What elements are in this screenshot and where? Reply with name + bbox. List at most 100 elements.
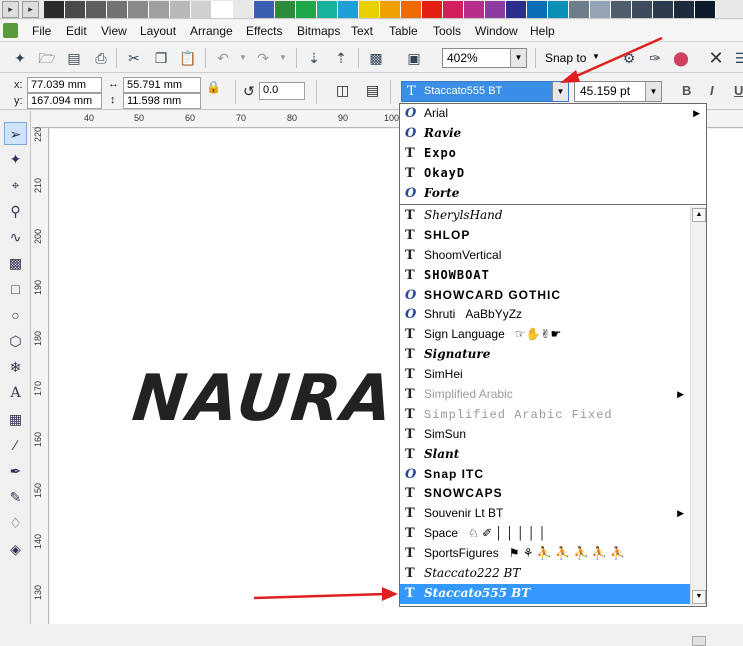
color-swatch[interactable] (317, 1, 338, 18)
ellipse-tool-icon[interactable]: ○ (4, 304, 27, 327)
font-list-item[interactable]: T SherylsHand (400, 206, 690, 226)
menu-effects[interactable]: Effects (246, 24, 282, 38)
scrollbar-thumb[interactable] (692, 636, 706, 646)
menu-file[interactable]: File (32, 24, 51, 38)
font-list-item[interactable]: T Simplified Arabic ▶ (400, 385, 690, 405)
color-swatch[interactable] (86, 1, 107, 18)
font-list-item[interactable]: T SHLOP (400, 226, 690, 246)
snap-to-dropdown-icon[interactable]: ▼ (592, 52, 600, 61)
crop-tool-icon[interactable]: ⌖ (4, 174, 27, 197)
text-tool-icon[interactable]: A (4, 382, 27, 405)
font-list-item[interactable]: T Expo (400, 144, 706, 164)
color-swatch[interactable] (506, 1, 527, 18)
color-swatch[interactable] (338, 1, 359, 18)
y-position-field[interactable]: 167.094 mm (27, 93, 102, 109)
shape-tool-icon[interactable]: ✦ (4, 148, 27, 171)
cut-icon[interactable]: ✂ (124, 48, 144, 68)
color-swatch[interactable] (170, 1, 191, 18)
font-list-scrollbar[interactable]: ▲ ▼ (690, 206, 706, 646)
print-icon[interactable]: ⎙ (91, 48, 111, 68)
menu-arrange[interactable]: Arrange (190, 24, 233, 38)
undo-icon[interactable]: ↶ (213, 48, 233, 68)
copy-icon[interactable]: ❐ (151, 48, 171, 68)
font-list-item[interactable]: O Ravie (400, 124, 706, 144)
application-launcher-icon[interactable]: ▩ (366, 48, 386, 68)
scroll-down-icon[interactable]: ▼ (692, 590, 706, 604)
redo-dropdown-icon[interactable]: ▼ (273, 48, 293, 68)
color-swatch[interactable] (611, 1, 632, 18)
color-swatch[interactable] (191, 1, 212, 18)
fill-tool-icon[interactable]: ♢ (4, 512, 27, 535)
rectangle-tool-icon[interactable]: □ (4, 278, 27, 301)
font-list-item[interactable]: T Souvenir Lt BT ▶ (400, 504, 690, 524)
x-position-field[interactable]: 77.039 mm (27, 77, 102, 93)
font-list-item[interactable]: O Forte (400, 184, 706, 204)
font-list-item[interactable]: T Simplified Arabic Fixed (400, 405, 690, 425)
smart-fill-tool-icon[interactable]: ▩ (4, 252, 27, 275)
color-swatch[interactable] (128, 1, 149, 18)
color-swatch[interactable] (443, 1, 464, 18)
redo-icon[interactable]: ↷ (253, 48, 273, 68)
color-swatch[interactable] (464, 1, 485, 18)
height-field[interactable]: 11.598 mm (123, 93, 201, 109)
color-swatch[interactable] (590, 1, 611, 18)
font-list-item[interactable]: O Snap ITC (400, 465, 690, 485)
font-list-item[interactable]: T OkayD (400, 164, 706, 184)
rotation-angle-field[interactable]: 0.0 (259, 82, 305, 100)
color-swatch[interactable] (695, 1, 716, 18)
color-swatch[interactable] (296, 1, 317, 18)
object-manager-icon[interactable]: ☰ (731, 48, 743, 68)
font-list-item[interactable]: T Staccato555 BT (400, 583, 690, 604)
color-swatch[interactable] (149, 1, 170, 18)
import-icon[interactable]: ⇣ (304, 48, 324, 68)
pick-tool-icon[interactable]: ➢ (4, 122, 27, 145)
menu-text[interactable]: Text (351, 24, 373, 38)
paste-icon[interactable]: 📋 (178, 48, 198, 68)
font-list-item[interactable]: T Signature (400, 345, 690, 365)
font-list-item[interactable]: T SNOWCAPS (400, 484, 690, 504)
interactive-fill-tool-icon[interactable]: ◈ (4, 538, 27, 561)
scroll-up-icon[interactable]: ▲ (692, 208, 706, 222)
font-list-item[interactable]: T SimHei (400, 365, 690, 385)
lock-ratio-icon[interactable]: 🔒 (206, 80, 221, 94)
snap-to-label[interactable]: Snap to (545, 51, 586, 65)
color-swatch[interactable] (212, 1, 233, 18)
width-field[interactable]: 55.791 mm (123, 77, 201, 93)
zoom-level-combo[interactable]: 402% ▼ (442, 48, 527, 68)
table-tool-icon[interactable]: ▦ (4, 408, 27, 431)
color-swatch[interactable] (254, 1, 275, 18)
pen-nib-icon[interactable]: ✑ (645, 48, 665, 68)
italic-button[interactable]: I (710, 83, 714, 98)
font-list-item[interactable]: T SHOWBOAT (400, 266, 690, 286)
menu-tools[interactable]: Tools (433, 24, 461, 38)
font-list-item[interactable]: T Slant (400, 445, 690, 465)
font-list-item[interactable]: O Arial ▶ (400, 104, 706, 124)
export-icon[interactable]: ⇡ (331, 48, 351, 68)
underline-button[interactable]: U (734, 83, 743, 98)
color-swatch[interactable] (674, 1, 695, 18)
chevron-down-icon[interactable]: ▼ (510, 49, 526, 67)
undo-dropdown-icon[interactable]: ▼ (233, 48, 253, 68)
menu-bitmaps[interactable]: Bitmaps (297, 24, 340, 38)
basic-shapes-tool-icon[interactable]: ❄ (4, 356, 27, 379)
polygon-tool-icon[interactable]: ⬡ (4, 330, 27, 353)
close-icon[interactable]: ✕ (706, 48, 726, 68)
bold-button[interactable]: B (682, 83, 691, 98)
chevron-down-icon[interactable]: ▼ (645, 82, 661, 101)
menu-table[interactable]: Table (389, 24, 418, 38)
font-list-item[interactable]: T Space ♘ ✐ │ │ │ │ │ (400, 524, 690, 544)
dimension-tool-icon[interactable]: ∕ (4, 434, 27, 457)
color-swatch[interactable] (401, 1, 422, 18)
welcome-screen-icon[interactable]: ▣ (404, 48, 424, 68)
submenu-arrow-icon[interactable]: ▶ (693, 104, 700, 124)
font-list-combo[interactable]: T Staccato555 BT ▼ (401, 81, 569, 102)
font-list-item[interactable]: T SportsFigures ⚑ ⚘ ⛹ ⛹ ⛹ ⛹ ⛹ (400, 544, 690, 564)
color-swatch[interactable] (422, 1, 443, 18)
color-swatch[interactable] (359, 1, 380, 18)
color-swatch[interactable] (275, 1, 296, 18)
font-list-item[interactable]: T Sign Language ☞✋✌☛ (400, 325, 690, 345)
color-swatch[interactable] (233, 1, 254, 18)
color-swatch[interactable] (548, 1, 569, 18)
zoom-tool-icon[interactable]: ⚲ (4, 200, 27, 223)
palette-scroll-button[interactable]: ▸ (2, 1, 19, 18)
